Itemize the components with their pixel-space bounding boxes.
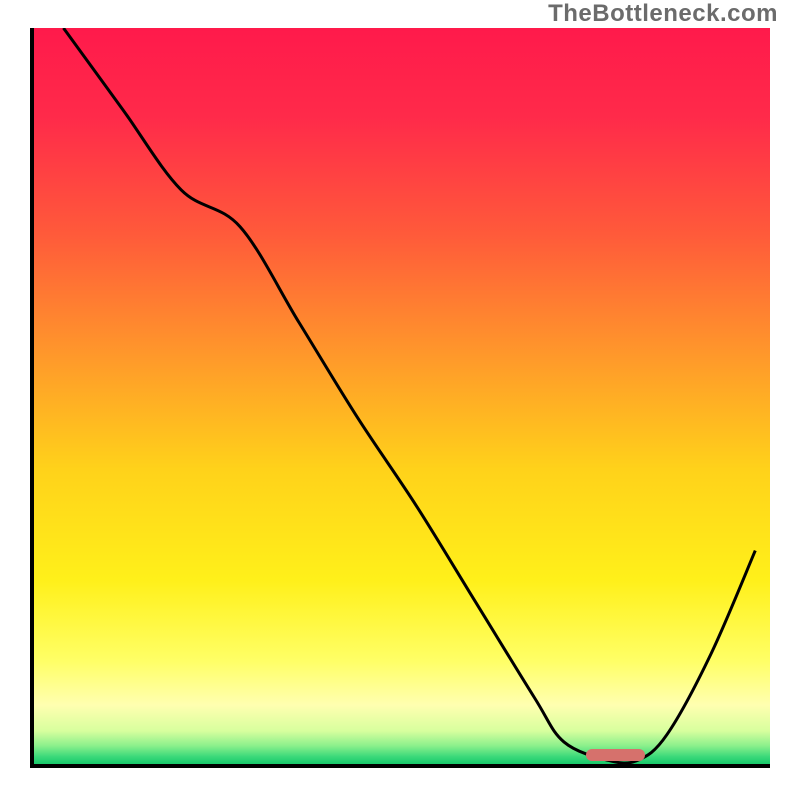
plot-area: [30, 28, 770, 768]
chart-container: TheBottleneck.com: [0, 0, 800, 800]
optimal-range-marker: [586, 749, 645, 761]
watermark-text: TheBottleneck.com: [548, 0, 778, 28]
bottleneck-curve: [34, 28, 770, 764]
